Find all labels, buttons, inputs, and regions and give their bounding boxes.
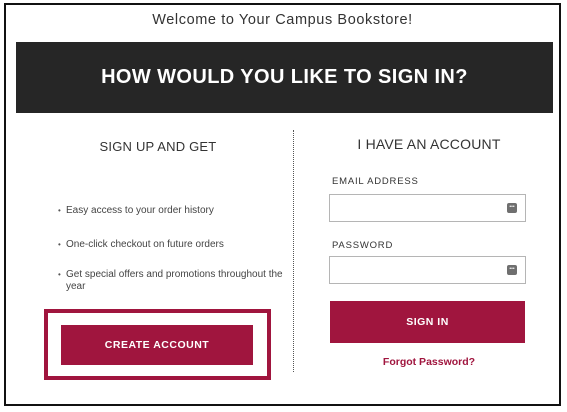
sign-in-button[interactable]: SIGN IN — [330, 301, 525, 343]
sign-in-panel: Welcome to Your Campus Bookstore! HOW WO… — [4, 3, 561, 406]
benefit-item: One-click checkout on future orders — [58, 239, 224, 251]
email-field[interactable] — [329, 194, 526, 222]
password-manager-key-icon[interactable] — [507, 203, 517, 213]
welcome-text: Welcome to Your Campus Bookstore! — [152, 12, 413, 28]
password-field[interactable] — [329, 256, 526, 284]
benefit-item: Easy access to your order history — [58, 205, 214, 217]
password-label: PASSWORD — [332, 240, 394, 251]
email-label: EMAIL ADDRESS — [332, 176, 419, 187]
create-account-button[interactable]: CREATE ACCOUNT — [61, 325, 253, 365]
signin-heading: I HAVE AN ACCOUNT — [357, 136, 501, 152]
banner-title: HOW WOULD YOU LIKE TO SIGN IN? — [101, 66, 468, 88]
password-manager-key-icon[interactable] — [507, 265, 517, 275]
sign-in-banner: HOW WOULD YOU LIKE TO SIGN IN? — [16, 42, 553, 113]
signup-heading: SIGN UP AND GET — [99, 139, 217, 154]
benefit-item: Get special offers and promotions throug… — [58, 269, 283, 293]
forgot-password-link[interactable]: Forgot Password? — [324, 356, 534, 368]
column-divider — [293, 130, 294, 372]
